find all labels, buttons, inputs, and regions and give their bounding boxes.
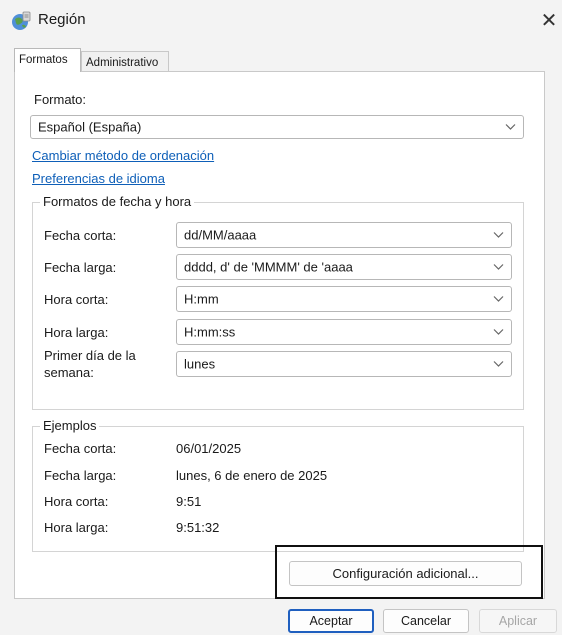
long-date-dropdown[interactable]: dddd, d' de 'MMMM' de 'aaaa xyxy=(176,254,512,280)
short-date-label: Fecha corta: xyxy=(44,228,117,243)
short-date-format: dd/MM/aaaa xyxy=(184,227,257,243)
chevron-down-icon xyxy=(493,264,504,270)
first-day-dropdown[interactable]: lunes xyxy=(176,351,512,377)
long-date-format: dddd, d' de 'MMMM' de 'aaaa xyxy=(184,259,353,275)
tab-label: Administrativo xyxy=(86,57,159,69)
chevron-down-icon xyxy=(493,232,504,238)
chevron-down-icon xyxy=(505,124,516,130)
long-time-label: Hora larga: xyxy=(44,325,109,340)
first-day-label-line2: semana: xyxy=(44,365,94,380)
long-time-dropdown[interactable]: H:mm:ss xyxy=(176,319,512,345)
sort-method-link[interactable]: Cambiar método de ordenación xyxy=(32,148,214,163)
window-title: Región xyxy=(38,11,86,28)
short-date-dropdown[interactable]: dd/MM/aaaa xyxy=(176,222,512,248)
short-time-dropdown[interactable]: H:mm xyxy=(176,286,512,312)
chevron-down-icon xyxy=(493,361,504,367)
example-long-date-label: Fecha larga: xyxy=(44,468,117,483)
short-time-label: Hora corta: xyxy=(44,292,109,307)
example-long-date-value: lunes, 6 de enero de 2025 xyxy=(176,468,328,483)
chevron-down-icon xyxy=(493,329,504,335)
ok-button[interactable]: Aceptar xyxy=(288,609,374,633)
tab-formatos[interactable]: Formatos xyxy=(14,48,81,72)
format-dropdown[interactable]: Español (España) xyxy=(30,115,524,139)
globe-region-icon xyxy=(12,11,31,30)
additional-settings-button[interactable]: Configuración adicional... xyxy=(289,561,522,586)
short-time-format: H:mm xyxy=(184,291,219,307)
tab-administrativo[interactable]: Administrativo xyxy=(81,51,169,72)
long-time-format: H:mm:ss xyxy=(184,324,236,340)
chevron-down-icon xyxy=(493,296,504,302)
example-long-time-value: 9:51:32 xyxy=(176,520,220,535)
language-preferences-link[interactable]: Preferencias de idioma xyxy=(32,171,165,186)
example-short-time-label: Hora corta: xyxy=(44,494,109,509)
format-label: Formato: xyxy=(34,92,87,107)
tab-label: Formatos xyxy=(19,54,68,66)
format-value: Español (España) xyxy=(38,119,142,135)
cancel-button[interactable]: Cancelar xyxy=(383,609,469,633)
examples-legend: Ejemplos xyxy=(40,418,100,433)
apply-button[interactable]: Aplicar xyxy=(479,609,557,633)
long-date-label: Fecha larga: xyxy=(44,260,117,275)
date-time-formats-legend: Formatos de fecha y hora xyxy=(40,194,195,209)
example-short-time-value: 9:51 xyxy=(176,494,202,509)
first-day-value: lunes xyxy=(184,356,216,372)
close-icon[interactable]: ✕ xyxy=(536,6,562,36)
example-short-date-label: Fecha corta: xyxy=(44,441,117,456)
first-day-label-line1: Primer día de la xyxy=(44,348,136,363)
example-short-date-value: 06/01/2025 xyxy=(176,441,242,456)
example-long-time-label: Hora larga: xyxy=(44,520,109,535)
